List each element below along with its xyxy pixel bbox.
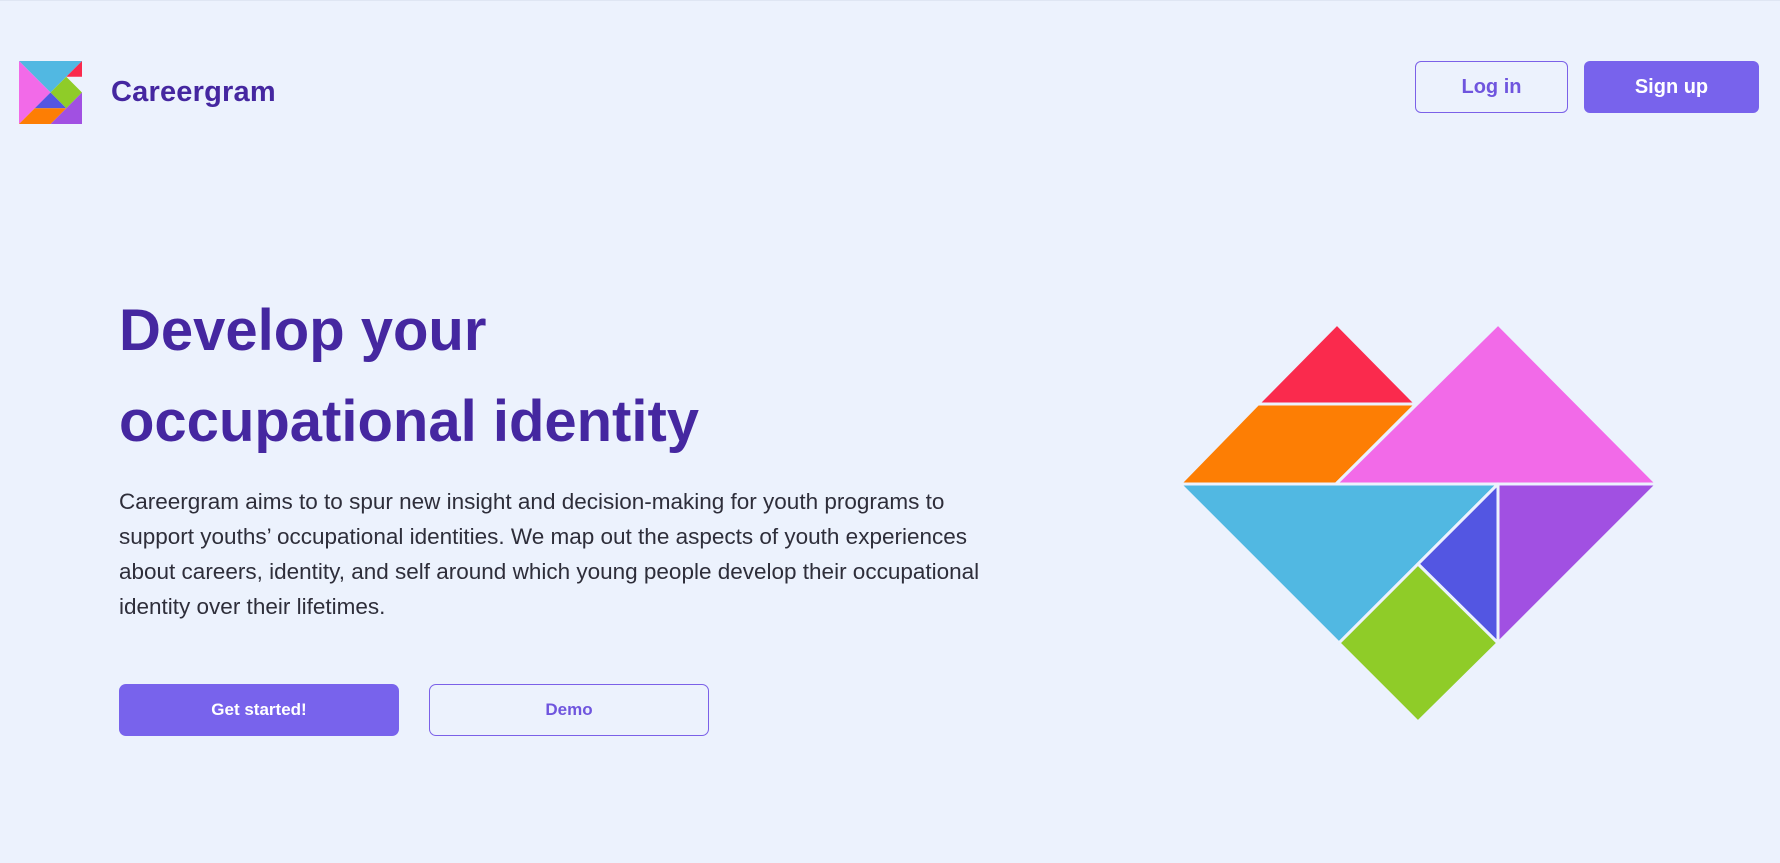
login-button[interactable]: Log in [1415, 61, 1568, 113]
get-started-button[interactable]: Get started! [119, 684, 399, 736]
brand-name[interactable]: Careergram [111, 74, 276, 110]
hero-title: Develop your occupational identity [119, 285, 919, 467]
tangram-heart-illustration [1178, 322, 1659, 724]
signup-button[interactable]: Sign up [1584, 61, 1759, 113]
tangram-red-triangle [1256, 322, 1418, 406]
top-border [0, 0, 1780, 1]
hero-title-line-2: occupational identity [119, 389, 700, 454]
tangram-logo-icon [19, 61, 82, 124]
tangram-purple-triangle [1496, 482, 1659, 645]
hero-title-line-1: Develop your [119, 298, 487, 363]
hero-description: Careergram aims to to spur new insight a… [119, 489, 980, 619]
demo-button[interactable]: Demo [429, 684, 709, 736]
